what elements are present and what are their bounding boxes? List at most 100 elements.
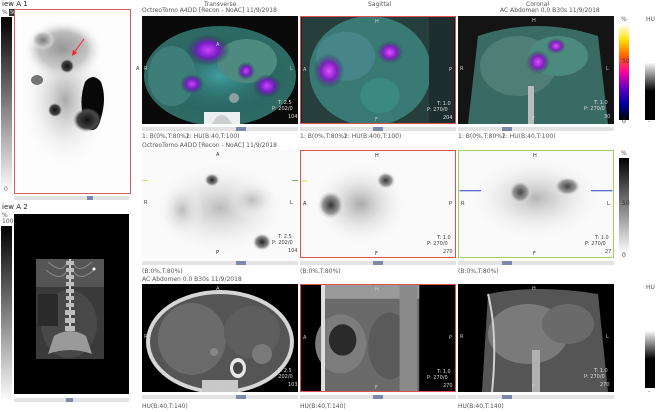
row3-scrollbar-b[interactable]	[300, 395, 456, 399]
r2b-p: P: 270/0	[427, 241, 448, 247]
view2-gray-scale	[1, 226, 12, 402]
row2-footer-b: (B:0%,T:80%)	[300, 268, 341, 275]
row1-fusion-label-2: 2: HU(B:40,T:100)	[186, 133, 240, 140]
row1-pet-colorbar	[619, 24, 629, 120]
row3-cbar-top: HU	[646, 284, 655, 291]
r2a-p: P: 202/0	[272, 240, 293, 246]
row1-fusion-label-4: 2: HU(B:400,T:100)	[344, 133, 402, 140]
orient-l4: L	[607, 201, 610, 207]
row2-cbar-top: %	[621, 150, 627, 157]
row2-scrollbar-b[interactable]	[300, 261, 456, 265]
r2b-slice: 270	[443, 249, 453, 255]
orient-a4: A	[303, 201, 307, 207]
pet-sagittal-view[interactable]: H A P F T: 1.0 P: 270/0 270	[300, 150, 456, 258]
mip-view[interactable]	[14, 9, 131, 194]
view1-scale-bottom: 0	[4, 186, 8, 193]
row1-scroll-thumb-c[interactable]	[502, 127, 512, 131]
fusion-sagittal-view[interactable]: H A P F T: 1.0 P: 270/0 204	[300, 16, 456, 124]
orient-a: A	[216, 42, 220, 48]
r1c-p: P: 270/0	[584, 106, 605, 112]
orient-a-left: A	[136, 66, 140, 72]
view2-scale-top2: 100	[2, 218, 14, 225]
row1-fusion-label-1: 1: B(0%,T:80%)	[142, 133, 189, 140]
orient-p6: P	[449, 335, 453, 341]
r1c-slice: 30	[604, 114, 611, 120]
row3-scrollbar-a[interactable]	[142, 395, 298, 399]
row1-cbar-bottom: 0	[622, 118, 626, 125]
r3b-slice: 270	[443, 383, 453, 389]
row1-cbar-top: %	[621, 16, 627, 23]
row3-cbar-bottom: -	[648, 388, 651, 395]
orient-h5: H	[375, 287, 379, 293]
row1-scroll-thumb-a[interactable]	[236, 127, 246, 131]
r1a-slice: 104	[288, 114, 298, 120]
mip-scrollbar[interactable]	[14, 196, 129, 200]
orient-f3: F	[375, 251, 378, 257]
r2a-slice: 104	[288, 248, 298, 254]
pet-transverse-view[interactable]: A R L P T: 2.5 P: 202/0 104	[142, 150, 298, 258]
mip-scroll-thumb[interactable]	[87, 196, 93, 200]
orient-h6: H	[532, 286, 536, 292]
row3-scroll-thumb-b[interactable]	[373, 395, 383, 399]
row2-cbar-bottom: 0	[622, 252, 626, 259]
orient-r6: R	[460, 334, 464, 340]
row1-scrollbar-a[interactable]	[142, 127, 298, 131]
row3-info: AC Abdomen 0.0 B30s 11/9/2018	[142, 276, 242, 283]
row2-scrollbar-c[interactable]	[458, 261, 614, 265]
row1-scrollbar-b[interactable]	[300, 127, 456, 131]
ct-coronal-view[interactable]: H R L F T: 1.0 P: 270/0 270	[458, 284, 614, 392]
orient-f2: F	[532, 116, 535, 122]
r3c-p: P: 270/0	[584, 374, 605, 380]
topogram-scrollbar[interactable]	[14, 398, 129, 402]
ct-transverse-view[interactable]: A R L P T: 2.5 P: 202/0 103	[142, 284, 298, 392]
row1-ct-colorbar	[645, 24, 655, 120]
row1-scrollbar-c[interactable]	[458, 127, 614, 131]
pet-coronal-view[interactable]: H R L F T: 1.0 P: 270/0 27	[458, 150, 614, 258]
row1-fusion-label-3: 1: B(0%,T:80%)	[300, 133, 347, 140]
row2-scroll-thumb-a[interactable]	[236, 261, 246, 265]
header-sagittal: Sagittal	[368, 1, 392, 8]
row2-footer-a: (B:0%,T:80%)	[142, 268, 183, 275]
row3-footer-c: HU(B:40,T:140)	[458, 403, 504, 410]
r3a-slice: 103	[288, 382, 298, 388]
ct-sagittal-view[interactable]: H A P F T: 1.0 P: 270/0 270	[300, 284, 456, 392]
orient-f: F	[375, 117, 378, 123]
row2-scrollbar-a[interactable]	[142, 261, 298, 265]
orient-f6: F	[532, 384, 535, 390]
fusion-coronal-view[interactable]: H R L F T: 1.0 P: 270/0 30	[458, 16, 614, 124]
row1-info: OctreoTomo A4DD [Recon - NoAC] 11/9/2018	[142, 7, 277, 14]
orient-r4: R	[461, 201, 465, 207]
orient-p: P	[216, 116, 220, 122]
orient-p4: P	[449, 201, 453, 207]
topogram-scroll-thumb[interactable]	[66, 398, 73, 402]
r1b-slice: 204	[443, 115, 453, 121]
row1-fusion-label-5: 1: B(0%,T:80%)	[458, 133, 505, 140]
row3-scroll-thumb-a[interactable]	[236, 395, 246, 399]
row2-info: OctreoTomo A4DD [Recon - NoAC] 11/9/2018	[142, 142, 277, 149]
orient-h2: H	[532, 18, 536, 24]
orient-r3: R	[144, 200, 148, 206]
topogram-view[interactable]	[14, 214, 129, 394]
orient-r2: R	[460, 66, 464, 72]
orient-a3: A	[216, 152, 220, 158]
orient-p2: P	[449, 67, 453, 73]
orient-f4: F	[533, 251, 536, 257]
row1-info-right: AC Abdomen 0.0 B30s 11/9/2018	[500, 7, 600, 14]
row2-cbar-mid: 50	[622, 200, 630, 207]
row3-footer-a: HU(B:40,T:140)	[142, 403, 188, 410]
orient-l3: L	[290, 200, 293, 206]
row1-cbar-mid: 50	[622, 58, 630, 65]
mip-image	[20, 20, 110, 170]
row2-scroll-thumb-c[interactable]	[502, 261, 512, 265]
r3b-p: P: 270/0	[427, 375, 448, 381]
fusion-transverse-view[interactable]: A R L P T: 2.5 P: 202/0 104	[142, 16, 298, 124]
row3-scroll-thumb-c[interactable]	[502, 395, 512, 399]
orient-l: L	[290, 66, 293, 72]
row2-scroll-thumb-b[interactable]	[373, 261, 383, 265]
row2-footer-c: (B:0%,T:80%)	[458, 268, 499, 275]
orient-h4: H	[533, 153, 537, 159]
orient-h3: H	[375, 153, 379, 159]
row1-cbar-right-top: HU	[646, 16, 655, 23]
row3-scrollbar-c[interactable]	[458, 395, 614, 399]
row1-scroll-thumb-b[interactable]	[373, 127, 383, 131]
